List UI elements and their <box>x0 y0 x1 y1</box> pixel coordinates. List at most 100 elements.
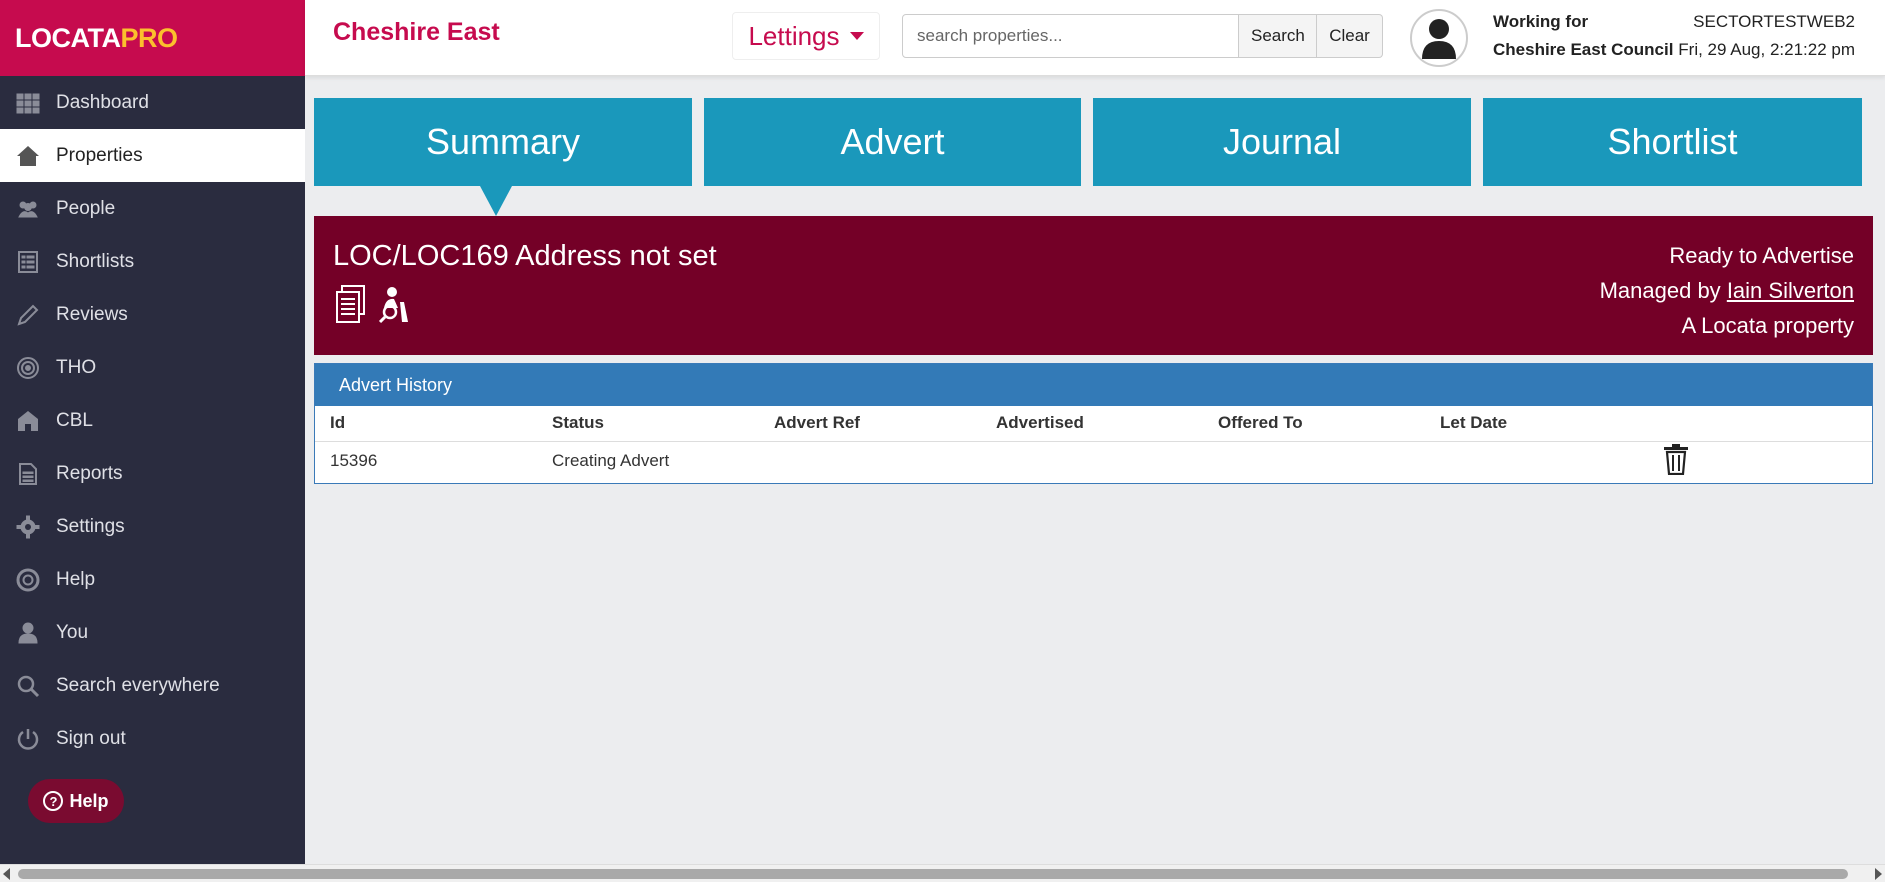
sidebar-item-label: People <box>56 197 116 219</box>
sidebar-item-help[interactable]: Help <box>0 553 305 606</box>
working-for: Working for Cheshire East Council <box>1493 8 1673 64</box>
trash-icon[interactable] <box>1662 443 1690 475</box>
property-summary: Ready to Advertise Managed by Iain Silve… <box>1600 238 1854 343</box>
column-header-id: Id <box>315 406 537 442</box>
property-title: LOC/LOC169 Address not set <box>333 240 717 272</box>
advert-history-panel: Advert History Id Status Advert Ref Adve… <box>314 363 1873 484</box>
help-button-label: Help <box>69 790 109 811</box>
tab-summary[interactable]: Summary <box>314 98 692 186</box>
cell-advert-ref <box>759 441 981 481</box>
sidebar-item-label: Sign out <box>56 727 126 749</box>
manager-link[interactable]: Iain Silverton <box>1727 278 1854 303</box>
grid-icon <box>0 91 56 115</box>
sidebar-item-label: Shortlists <box>56 250 135 272</box>
user-icon <box>0 621 56 645</box>
locata-pro-logo[interactable]: LOCATA PRO <box>0 0 305 76</box>
avatar[interactable] <box>1410 9 1468 67</box>
sidebar-item-properties[interactable]: Properties <box>0 129 305 182</box>
power-icon <box>0 727 56 751</box>
home-icon <box>0 409 56 433</box>
table-row[interactable]: 15396 Creating Advert <box>315 441 1872 481</box>
sidebar-item-reports[interactable]: Reports <box>0 447 305 500</box>
sidebar-item-label: Settings <box>56 515 125 537</box>
table-header-row: Id Status Advert Ref Advertised Offered … <box>315 406 1872 442</box>
sidebar-item-label: THO <box>56 356 97 378</box>
documents-icon[interactable] <box>334 284 368 324</box>
sidebar-item-label: Reviews <box>56 303 128 325</box>
column-header-offered-to: Offered To <box>1203 406 1425 442</box>
people-icon <box>0 197 56 221</box>
sidebar-item-sign-out[interactable]: Sign out <box>0 712 305 765</box>
target-icon <box>0 356 56 380</box>
tab-journal[interactable]: Journal <box>1093 98 1471 186</box>
cell-offered-to <box>1203 441 1425 481</box>
search-input[interactable] <box>902 14 1239 58</box>
property-status: Ready to Advertise <box>1669 243 1854 268</box>
scroll-left-arrow-icon[interactable] <box>3 868 10 880</box>
sidebar-nav: Dashboard Properties People Shortlists R… <box>0 76 305 765</box>
managed-by: Managed by Iain Silverton <box>1600 273 1854 308</box>
sidebar-item-search-everywhere[interactable]: Search everywhere <box>0 659 305 712</box>
top-bar: Cheshire East Lettings Search Clear Work… <box>305 0 1885 76</box>
module-dropdown[interactable]: Lettings <box>732 12 880 60</box>
list-icon <box>0 250 56 274</box>
sidebar-item-label: Search everywhere <box>56 674 220 696</box>
search-button[interactable]: Search <box>1239 14 1317 58</box>
sidebar-item-label: Reports <box>56 462 123 484</box>
sidebar-item-label: CBL <box>56 409 93 431</box>
sidebar-item-label: Properties <box>56 144 143 166</box>
organisation-title: Cheshire East <box>333 18 500 46</box>
tab-shortlist[interactable]: Shortlist <box>1483 98 1862 186</box>
working-for-org: Cheshire East Council <box>1493 40 1674 59</box>
managed-by-label: Managed by <box>1599 278 1721 303</box>
sidebar: LOCATA PRO Dashboard Properties People Sh… <box>0 0 305 864</box>
search-bar: Search Clear <box>902 14 1383 58</box>
advert-history-title: Advert History <box>315 364 1872 406</box>
sidebar-item-you[interactable]: You <box>0 606 305 659</box>
sidebar-item-settings[interactable]: Settings <box>0 500 305 553</box>
help-button[interactable]: ? Help <box>28 779 124 823</box>
document-icon <box>0 462 56 486</box>
scroll-right-arrow-icon[interactable] <box>1875 868 1882 880</box>
cell-id: 15396 <box>330 451 378 471</box>
column-header-let-date: Let Date <box>1425 406 1647 442</box>
tab-advert[interactable]: Advert <box>704 98 1081 186</box>
horizontal-scrollbar[interactable] <box>0 864 1885 882</box>
logo-main-text: LOCATA <box>15 22 121 53</box>
module-dropdown-label: Lettings <box>748 20 840 51</box>
sidebar-item-shortlists[interactable]: Shortlists <box>0 235 305 288</box>
question-icon: ? <box>43 791 64 811</box>
scrollbar-thumb[interactable] <box>18 869 1848 879</box>
sidebar-item-cbl[interactable]: CBL <box>0 394 305 447</box>
sidebar-item-label: Help <box>56 568 96 590</box>
sidebar-item-people[interactable]: People <box>0 182 305 235</box>
pencil-icon <box>0 303 56 327</box>
sidebar-item-dashboard[interactable]: Dashboard <box>0 76 305 129</box>
caret-down-icon <box>849 32 864 40</box>
sidebar-item-label: You <box>56 621 89 643</box>
cell-advertised <box>981 441 1203 481</box>
column-header-advertised: Advertised <box>981 406 1203 442</box>
sidebar-item-label: Dashboard <box>56 91 149 113</box>
user-avatar-icon <box>1422 19 1456 59</box>
property-banner: LOC/LOC169 Address not set Ready to Adve… <box>314 216 1873 355</box>
working-for-label: Working for <box>1493 12 1589 31</box>
advert-history-table: Id Status Advert Ref Advertised Offered … <box>315 406 1872 481</box>
clear-button[interactable]: Clear <box>1317 14 1383 58</box>
lifebuoy-icon <box>0 568 56 592</box>
column-header-advert-ref: Advert Ref <box>759 406 981 442</box>
property-owner: A Locata property <box>1681 313 1854 338</box>
column-header-status: Status <box>537 406 759 442</box>
sidebar-item-tho[interactable]: THO <box>0 341 305 394</box>
cell-let-date <box>1425 441 1647 481</box>
property-icons <box>334 284 412 324</box>
current-datetime: Fri, 29 Aug, 2:21:22 pm <box>1678 40 1855 59</box>
logo-pro-text: PRO <box>120 22 178 53</box>
inspection-icon[interactable] <box>378 284 412 324</box>
sidebar-item-reviews[interactable]: Reviews <box>0 288 305 341</box>
house-icon <box>0 144 56 168</box>
environment-name: SECTORTESTWEB2 <box>1693 12 1855 31</box>
gear-icon <box>0 515 56 539</box>
cell-actions <box>1647 441 1872 481</box>
property-tabs: Summary Advert Journal Shortlist <box>314 98 1862 186</box>
